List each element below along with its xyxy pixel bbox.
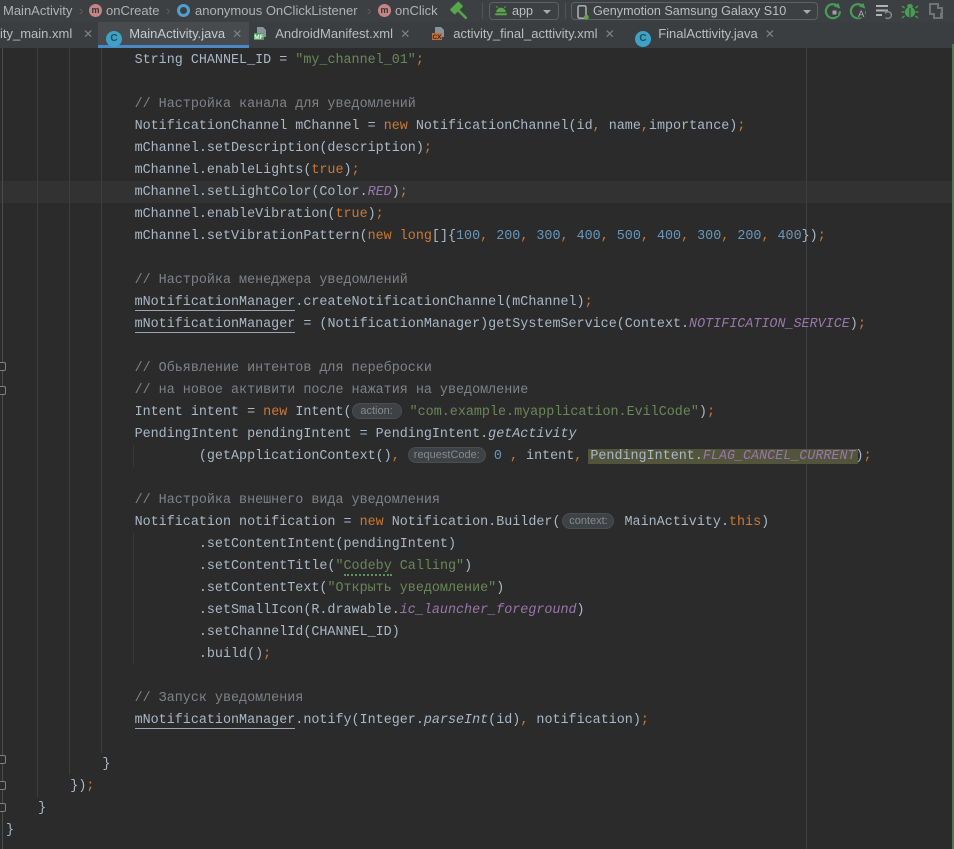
svg-text:A: A <box>858 9 865 20</box>
svg-text:CX: CX <box>432 34 442 41</box>
svg-text:MF: MF <box>254 34 263 41</box>
